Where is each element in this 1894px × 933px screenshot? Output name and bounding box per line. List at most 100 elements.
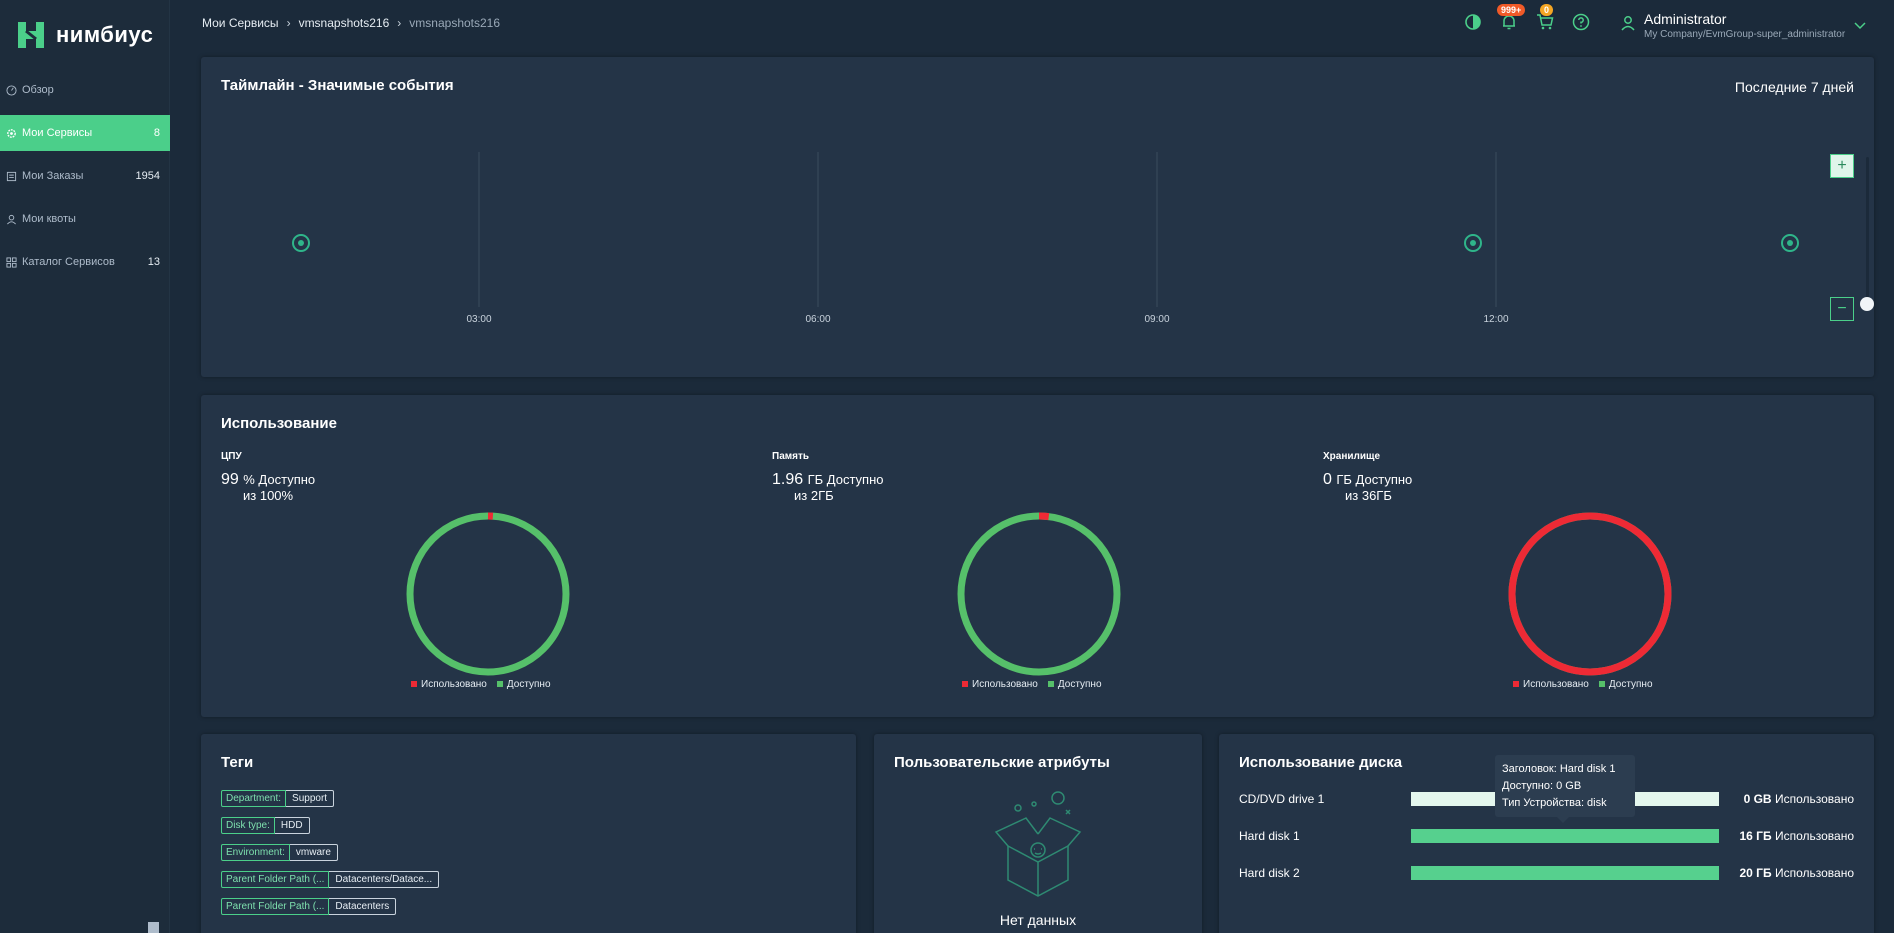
gear-icon bbox=[7, 128, 16, 138]
disk-amount: 0 GB bbox=[1743, 792, 1772, 806]
donut-segment-available[interactable] bbox=[406, 512, 570, 676]
header: Мои Сервисы › vmsnapshots216 › vmsnapsho… bbox=[170, 0, 1894, 48]
timeline-event-marker bbox=[1464, 234, 1482, 252]
chart-legend: Использовано Доступно bbox=[962, 679, 1102, 690]
notifications-button[interactable]: 999+ bbox=[1497, 4, 1526, 31]
timeline-zoom-track[interactable] bbox=[1866, 157, 1869, 307]
chart-legend: Использовано Доступно bbox=[1513, 679, 1653, 690]
tag-item[interactable]: Environment: vmware bbox=[221, 844, 338, 861]
sidebar-nav: Обзор Мои Сервисы 8 Мои Заказы 1954 Мои … bbox=[0, 72, 170, 287]
disk-row[interactable]: Hard disk 2 20 ГБ Использовано bbox=[1239, 863, 1854, 883]
collapse-sidebar-icon[interactable] bbox=[148, 922, 159, 933]
legend-label: Доступно bbox=[506, 679, 551, 690]
disk-name: Hard disk 2 bbox=[1239, 866, 1300, 880]
tag-key: Parent Folder Path (... bbox=[221, 871, 330, 888]
disk-usage-bar[interactable] bbox=[1411, 866, 1719, 880]
tag-item[interactable]: Parent Folder Path (... Datacenters bbox=[221, 898, 397, 915]
donut-segment-available[interactable] bbox=[957, 512, 1121, 676]
disk-suffix: Использовано bbox=[1774, 829, 1854, 843]
disk-usage-bar[interactable] bbox=[1411, 829, 1719, 843]
sidebar-item-label: Мои квоты bbox=[22, 213, 76, 225]
sidebar-item-count: 1954 bbox=[135, 170, 160, 182]
legend-label: Доступно bbox=[1057, 679, 1102, 690]
disk-amount: 20 ГБ bbox=[1739, 866, 1772, 880]
disk-usage-title: Использование диска bbox=[1239, 754, 1403, 771]
sidebar-item-label: Обзор bbox=[22, 84, 54, 96]
legend-label: Использовано bbox=[421, 679, 487, 690]
chart-legend: Использовано Доступно bbox=[411, 679, 551, 690]
disk-tooltip: Заголовок: Hard disk 1 Доступно: 0 GB Ти… bbox=[1495, 755, 1635, 823]
metric-number: 1.96 bbox=[772, 471, 804, 488]
help-icon[interactable] bbox=[1572, 13, 1590, 31]
legend-item-available[interactable]: Доступно bbox=[1047, 679, 1102, 690]
notifications-badge: 999+ bbox=[1497, 4, 1526, 16]
tag-key: Disk type: bbox=[221, 817, 275, 834]
legend-item-available[interactable]: Доступно bbox=[496, 679, 551, 690]
tag-value: HDD bbox=[274, 817, 310, 834]
empty-state-text: Нет данных bbox=[999, 912, 1077, 928]
timeline-tick-label: 06:00 bbox=[805, 314, 830, 325]
tag-key: Parent Folder Path (... bbox=[221, 898, 330, 915]
donut-segment-used[interactable] bbox=[1508, 512, 1672, 676]
tag-item[interactable]: Department: Support bbox=[221, 790, 335, 807]
breadcrumb: Мои Сервисы › vmsnapshots216 › vmsnapsho… bbox=[202, 16, 500, 30]
timeline-tick-label: 12:00 bbox=[1483, 314, 1508, 325]
legend-item-used[interactable]: Использовано bbox=[411, 679, 487, 690]
timeline-zoom-handle[interactable] bbox=[1860, 297, 1874, 311]
breadcrumb-item[interactable]: Мои Сервисы bbox=[202, 16, 279, 30]
metric-value: 0 ГБ Доступно bbox=[1323, 471, 1412, 489]
sidebar-item-my-quotas[interactable]: Мои квоты bbox=[0, 201, 170, 237]
tag-item[interactable]: Disk type: HDD bbox=[221, 817, 310, 834]
legend-swatch bbox=[1513, 681, 1519, 687]
sidebar-item-my-services[interactable]: Мои Сервисы 8 bbox=[0, 115, 170, 151]
legend-item-used[interactable]: Использовано bbox=[1513, 679, 1589, 690]
cpu-donut-chart bbox=[406, 512, 570, 676]
disk-usage-value: 0 GB Использовано bbox=[1719, 792, 1854, 806]
sidebar: нимбиус Обзор Мои Сервисы 8 Мои Заказы 1… bbox=[0, 0, 170, 933]
legend-item-available[interactable]: Доступно bbox=[1598, 679, 1653, 690]
breadcrumb-item-current: vmsnapshots216 bbox=[409, 16, 501, 30]
sidebar-item-overview[interactable]: Обзор bbox=[0, 72, 170, 108]
tag-item[interactable]: Parent Folder Path (... Datacenters/Datac… bbox=[221, 871, 440, 888]
user-menu[interactable]: Administrator My Company/EvmGroup-super_… bbox=[1620, 11, 1867, 40]
legend-swatch bbox=[1598, 681, 1605, 687]
sidebar-item-my-orders[interactable]: Мои Заказы 1954 bbox=[0, 158, 170, 194]
empty-box-icon bbox=[994, 791, 1082, 897]
user-icon bbox=[1621, 16, 1635, 31]
legend-swatch bbox=[1047, 681, 1054, 687]
user-icon bbox=[7, 214, 16, 224]
logo[interactable]: нимбиус bbox=[14, 18, 153, 52]
sidebar-item-label: Мои Сервисы bbox=[22, 127, 93, 139]
cart-button[interactable]: 0 bbox=[1536, 4, 1554, 31]
disk-usage-value: 16 ГБ Использовано bbox=[1719, 829, 1855, 843]
logo-icon bbox=[18, 22, 44, 48]
breadcrumb-item[interactable]: vmsnapshots216 bbox=[299, 16, 390, 30]
timeline-tick-label: 09:00 bbox=[1144, 314, 1169, 325]
list-icon bbox=[6, 171, 17, 181]
tooltip-line: Тип Устройства: disk bbox=[1502, 797, 1607, 809]
legend-swatch bbox=[411, 681, 417, 687]
legend-label: Доступно bbox=[1608, 679, 1653, 690]
disk-usage-value: 20 ГБ Использовано bbox=[1719, 866, 1855, 880]
metric-total: из 100% bbox=[243, 488, 294, 503]
sidebar-item-service-catalog[interactable]: Каталог Сервисов 13 bbox=[0, 244, 170, 280]
timeline-chart: 03:00 06:00 09:00 12:00 bbox=[292, 152, 1799, 325]
zoom-out-button[interactable]: − bbox=[1830, 297, 1854, 321]
zoom-in-button[interactable]: + bbox=[1830, 154, 1854, 178]
tag-key: Department: bbox=[221, 790, 287, 807]
user-name: Administrator bbox=[1644, 11, 1727, 27]
metric-unit: ГБ Доступно bbox=[807, 472, 884, 487]
disk-row[interactable]: Hard disk 1 16 ГБ Использовано bbox=[1239, 826, 1854, 846]
sidebar-item-label: Каталог Сервисов bbox=[22, 256, 115, 268]
theme-toggle-icon[interactable] bbox=[1464, 13, 1482, 31]
legend-item-used[interactable]: Использовано bbox=[962, 679, 1038, 690]
metric-total: из 2ГБ bbox=[794, 488, 834, 503]
disk-name: CD/DVD drive 1 bbox=[1239, 792, 1325, 806]
metric-unit: ГБ Доступно bbox=[1336, 472, 1413, 487]
metric-value: 1.96 ГБ Доступно bbox=[772, 471, 884, 489]
timeline-event-marker bbox=[1781, 234, 1799, 252]
logo-text: нимбиус bbox=[56, 22, 154, 47]
legend-swatch bbox=[962, 681, 968, 687]
timeline-event-marker bbox=[292, 234, 310, 252]
sidebar-item-count: 13 bbox=[147, 256, 160, 268]
